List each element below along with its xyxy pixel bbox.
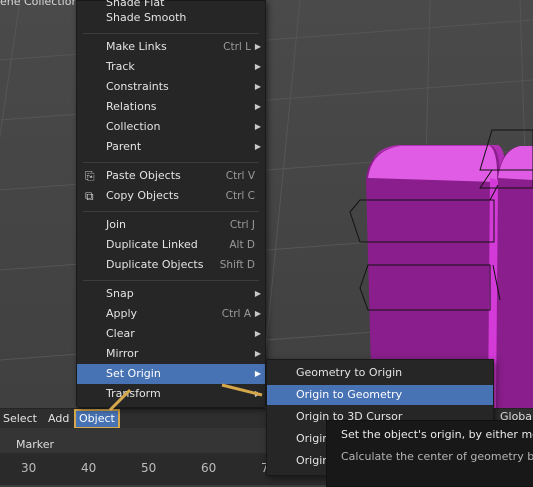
menu-item-label: Apply	[106, 307, 138, 320]
menu-separator	[83, 33, 259, 34]
submenu-arrow-icon: ▶	[254, 289, 261, 298]
submenu-arrow-icon: ▶	[254, 122, 261, 131]
submenu-item-origin-to-geometry[interactable]: Origin to Geometry	[267, 385, 493, 405]
paste-icon: ⎘	[85, 169, 95, 183]
menu-item-snap[interactable]: Snap ▶	[77, 284, 265, 304]
menu-item-copy-objects[interactable]: ⧉ Copy Objects Ctrl C	[77, 186, 265, 206]
submenu-item-label: Origin	[296, 454, 330, 467]
menu-item-relations[interactable]: Relations ▶	[77, 97, 265, 117]
menu-item-set-origin[interactable]: Set Origin ▶	[77, 364, 265, 384]
submenu-arrow-icon: ▶	[254, 82, 261, 91]
submenu-arrow-icon: ▶	[254, 102, 261, 111]
menu-separator	[83, 280, 259, 281]
menu-item-label: Shade Smooth	[106, 11, 187, 24]
menu-item-paste-objects[interactable]: ⎘ Paste Objects Ctrl V	[77, 166, 265, 186]
marker-menu[interactable]: Marker	[16, 438, 54, 451]
menu-item-label: Mirror	[106, 347, 139, 360]
menu-item-label: Collection	[106, 120, 161, 133]
shortcut-label: Ctrl L	[223, 41, 251, 53]
menu-item-label: Snap	[106, 287, 134, 300]
menu-item-label: Join	[106, 218, 127, 231]
frame-number: 50	[141, 461, 157, 475]
tooltip-description: Calculate the center of geometry based	[341, 450, 533, 463]
shortcut-label: Ctrl J	[229, 219, 255, 231]
shortcut-label: Ctrl C	[225, 190, 255, 202]
menu-separator	[83, 211, 259, 212]
submenu-arrow-icon: ▶	[254, 142, 261, 151]
menu-item-track[interactable]: Track ▶	[77, 57, 265, 77]
submenu-arrow-icon: ▶	[254, 329, 261, 338]
menu-item-clear[interactable]: Clear ▶	[77, 324, 265, 344]
submenu-arrow-icon: ▶	[254, 309, 261, 318]
menu-item-label: Paste Objects	[106, 169, 181, 182]
object-menu: Shade Flat Shade Smooth Make Links Ctrl …	[76, 0, 266, 408]
shortcut-label: Shift D	[219, 259, 255, 271]
submenu-arrow-icon: ▶	[254, 369, 261, 378]
menu-item-collection[interactable]: Collection ▶	[77, 117, 265, 137]
submenu-item-label: Origin to Geometry	[296, 388, 403, 401]
menu-item-duplicate-linked[interactable]: Duplicate Linked Alt D	[77, 235, 265, 255]
submenu-item-label: Geometry to Origin	[296, 366, 403, 379]
frame-number: 40	[81, 461, 97, 475]
tooltip: Set the object's origin, by either movin…	[326, 420, 533, 487]
menu-item-label: Duplicate Linked	[106, 238, 198, 251]
shortcut-label: Ctrl V	[225, 170, 255, 182]
select-menu[interactable]: Select	[0, 411, 40, 427]
submenu-item-geometry-to-origin[interactable]: Geometry to Origin	[267, 363, 493, 383]
menu-separator	[83, 162, 259, 163]
copy-icon: ⧉	[85, 189, 94, 203]
submenu-item-label: Origin	[296, 432, 330, 445]
tooltip-title: Set the object's origin, by either movin…	[341, 428, 533, 441]
shortcut-label: Ctrl A	[221, 308, 251, 320]
menu-item-mirror[interactable]: Mirror ▶	[77, 344, 265, 364]
submenu-arrow-icon: ▶	[254, 389, 261, 398]
menu-item-transform[interactable]: Transform ▶	[77, 384, 265, 404]
scene-collection-label: ene Collection	[0, 0, 79, 8]
frame-number: 30	[21, 461, 37, 475]
menu-item-join[interactable]: Join Ctrl J	[77, 215, 265, 235]
menu-item-label: Copy Objects	[106, 189, 179, 202]
submenu-arrow-icon: ▶	[254, 62, 261, 71]
menu-item-label: Set Origin	[106, 367, 161, 380]
menu-item-label: Parent	[106, 140, 142, 153]
menu-item-label: Make Links	[106, 40, 167, 53]
menu-item-parent[interactable]: Parent ▶	[77, 137, 265, 157]
menu-item-make-links[interactable]: Make Links Ctrl L ▶	[77, 37, 265, 57]
menu-item-label: Duplicate Objects	[106, 258, 204, 271]
frame-number: 60	[201, 461, 217, 475]
object-menu-button[interactable]: Object	[74, 409, 120, 429]
menu-item-label: Track	[106, 60, 135, 73]
menu-item-apply[interactable]: Apply Ctrl A ▶	[77, 304, 265, 324]
menu-item-duplicate-objects[interactable]: Duplicate Objects Shift D	[77, 255, 265, 275]
menu-item-shade-smooth[interactable]: Shade Smooth	[77, 8, 265, 28]
menu-item-constraints[interactable]: Constraints ▶	[77, 77, 265, 97]
add-menu[interactable]: Add	[45, 411, 72, 427]
shortcut-label: Alt D	[229, 239, 255, 251]
menu-item-label: Relations	[106, 100, 157, 113]
menu-item-label: Transform	[106, 387, 161, 400]
submenu-arrow-icon: ▶	[254, 349, 261, 358]
menu-item-label: Constraints	[106, 80, 169, 93]
submenu-arrow-icon: ▶	[254, 42, 261, 51]
menu-item-label: Clear	[106, 327, 135, 340]
